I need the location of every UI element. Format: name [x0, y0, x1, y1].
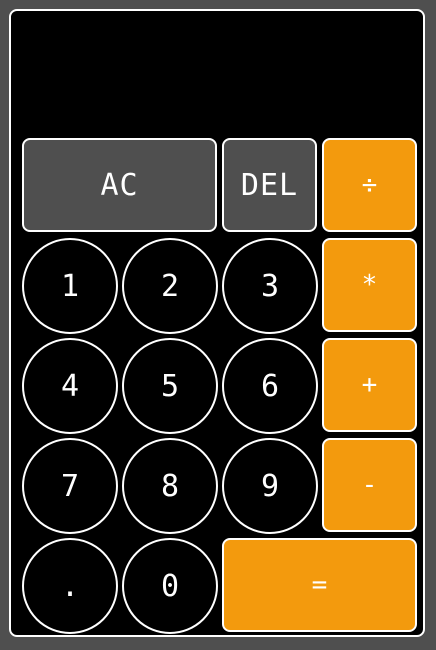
result-display: [23, 21, 413, 139]
decimal-button[interactable]: .: [22, 538, 118, 634]
digit-1-button[interactable]: 1: [22, 238, 118, 334]
digit-9-button[interactable]: 9: [222, 438, 318, 534]
digit-8-button[interactable]: 8: [122, 438, 218, 534]
subtract-button[interactable]: -: [322, 438, 417, 532]
digit-7-button[interactable]: 7: [22, 438, 118, 534]
digit-5-button[interactable]: 5: [122, 338, 218, 434]
add-button[interactable]: +: [322, 338, 417, 432]
delete-button[interactable]: DEL: [222, 138, 317, 232]
digit-2-button[interactable]: 2: [122, 238, 218, 334]
equals-button[interactable]: =: [222, 538, 417, 632]
digit-3-button[interactable]: 3: [222, 238, 318, 334]
digit-0-button[interactable]: 0: [122, 538, 218, 634]
multiply-button[interactable]: *: [322, 238, 417, 332]
digit-4-button[interactable]: 4: [22, 338, 118, 434]
calculator-panel: AC DEL ÷ 1 2 3 * 4 5 6 + 7 8 9 - . 0 =: [9, 9, 425, 637]
clear-button[interactable]: AC: [22, 138, 217, 232]
digit-6-button[interactable]: 6: [222, 338, 318, 434]
divide-button[interactable]: ÷: [322, 138, 417, 232]
